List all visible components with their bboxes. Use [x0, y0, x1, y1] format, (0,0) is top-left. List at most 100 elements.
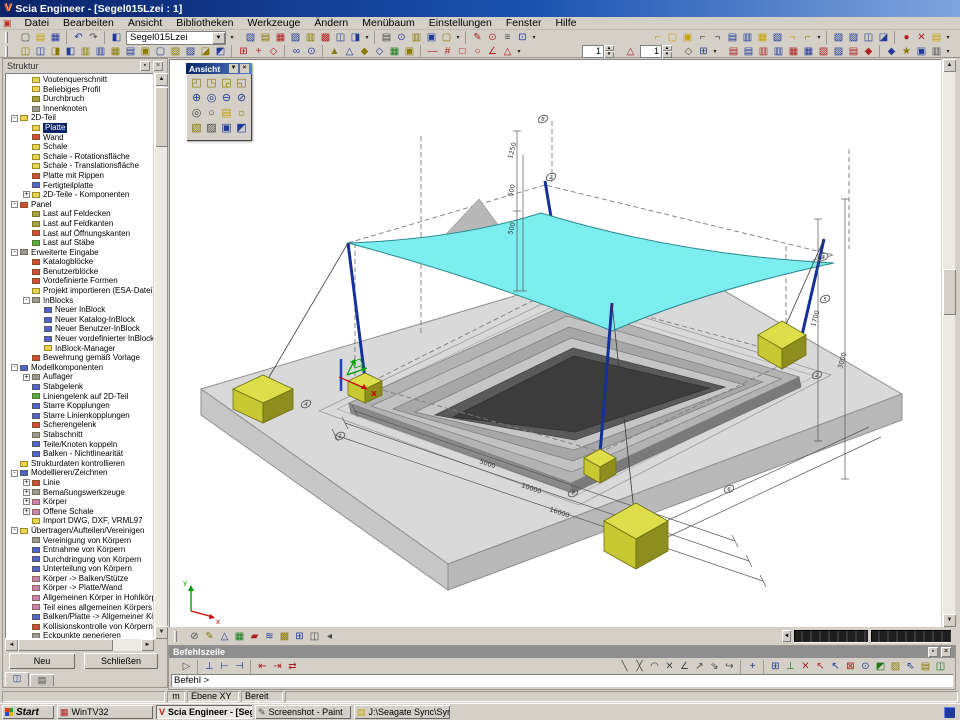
zoom-selection-icon[interactable]: ◎ — [189, 106, 204, 121]
tree-item[interactable]: Liniengelenk auf 2D-Teil — [5, 392, 153, 402]
layer-icon[interactable]: ◇ — [681, 45, 696, 58]
tree-item[interactable]: Schale — [5, 142, 153, 152]
print-view-icon[interactable]: ▧ — [189, 121, 204, 136]
line-snap-icon[interactable]: ╲ — [617, 660, 632, 674]
menu-item-datei[interactable]: Datei — [18, 17, 57, 30]
cross-snap-icon[interactable]: ✕ — [662, 660, 677, 674]
table-snap-icon[interactable]: ▤ — [918, 660, 933, 674]
column-icon[interactable]: ¬ — [710, 31, 725, 44]
viewport-vertical-scrollbar[interactable]: ▲ ▼ — [942, 59, 955, 627]
zoom-doc-icon[interactable]: ⊙ — [485, 31, 500, 44]
perpendicular-snap-icon[interactable]: ⊥ — [783, 660, 798, 674]
chevron-down-icon[interactable]: ▼ — [212, 32, 225, 44]
node-snap-icon[interactable]: ↖ — [813, 660, 828, 674]
hinge-icon[interactable]: ⊞ — [236, 45, 251, 58]
surface-view-icon[interactable]: ▩ — [277, 630, 292, 643]
snap-mid-icon[interactable]: ⇄ — [285, 660, 300, 674]
bind2-icon[interactable]: ▤ — [741, 45, 756, 58]
tree-item[interactable]: Benutzerblöcke — [5, 267, 153, 277]
viewport-canvas[interactable]: 5000 10000 16000 — [169, 59, 941, 627]
view-settings-icon[interactable]: ◩ — [234, 121, 249, 136]
perspective-icon[interactable]: ⊘ — [187, 630, 202, 643]
docked-bar-2[interactable] — [871, 630, 951, 642]
subsoil-icon[interactable]: ▦ — [387, 45, 402, 58]
tree-horizontal-scrollbar[interactable]: ◄ ► — [5, 638, 154, 651]
project-icon[interactable]: ⌐ — [650, 31, 665, 44]
tree-item[interactable]: -Erweiterte Eingabe — [5, 248, 153, 258]
tree-item[interactable]: Scherengelenk — [5, 420, 153, 430]
menu-item-bibliotheken[interactable]: Bibliotheken — [169, 17, 240, 30]
export-icon[interactable]: ▤ — [258, 31, 273, 44]
haunch-icon[interactable]: ⌐ — [800, 31, 815, 44]
opening-icon[interactable]: ◧ — [63, 45, 78, 58]
spinner-buttons[interactable]: ▲▼ — [662, 45, 672, 58]
open-icon[interactable]: ▤ — [33, 31, 48, 44]
tree-item[interactable]: Fertigteilplatte — [5, 181, 153, 191]
tree-item[interactable]: Bewehrung gemäß Vorlage — [5, 353, 153, 363]
tangent-snap-icon[interactable]: ↪ — [722, 660, 737, 674]
labels-icon[interactable]: ▤ — [846, 45, 861, 58]
tree-expander-icon[interactable]: - — [11, 527, 18, 534]
scroll-down-icon[interactable]: ▼ — [943, 614, 956, 627]
tree-item[interactable]: Neuer vordefinierter InBlock der — [5, 334, 153, 344]
axis-icon[interactable]: ⊢ — [217, 660, 232, 674]
copy-entity-icon[interactable]: ▧ — [831, 31, 846, 44]
tree-item[interactable]: Schale - Rotationsfläche — [5, 152, 153, 162]
panel-tool-icon[interactable]: ▨ — [183, 45, 198, 58]
plane-icon[interactable]: ⊣ — [232, 660, 247, 674]
info-icon[interactable]: ⊡ — [515, 31, 530, 44]
node-icon[interactable]: ▥ — [93, 45, 108, 58]
tree-expander-icon[interactable]: - — [11, 470, 18, 477]
tree-item[interactable]: +Linie — [5, 478, 153, 488]
midpoint-snap-icon[interactable]: ⊠ — [843, 660, 858, 674]
subregion-icon[interactable]: ▥ — [78, 45, 93, 58]
tree-item[interactable]: Beliebiges Profil — [5, 85, 153, 95]
angle-tool-icon[interactable]: ∠ — [485, 45, 500, 58]
toolbar-overflow-arrow[interactable]: ▾ — [228, 34, 236, 41]
shade-icon[interactable]: ▥ — [929, 45, 944, 58]
tree-item[interactable]: Stabschnitt — [5, 430, 153, 440]
line-tool-icon[interactable]: — — [425, 45, 440, 58]
extend-snap-icon[interactable]: ⇘ — [707, 660, 722, 674]
tab-window[interactable]: ▤ — [30, 674, 54, 686]
ucs-icon[interactable]: ⊥ — [202, 660, 217, 674]
toolbar-overflow-arrow[interactable]: ▾ — [944, 34, 952, 41]
sketch-icon[interactable]: ✎ — [202, 630, 217, 643]
project-combobox[interactable]: Segel015Lzei ▼ — [126, 31, 226, 45]
copy-view-icon[interactable]: ▨ — [204, 121, 219, 136]
toolbar-overflow-arrow[interactable]: ▾ — [815, 34, 823, 41]
layer-spinner[interactable]: 1 ▲▼ — [640, 45, 672, 58]
tree-expander-icon[interactable]: - — [23, 297, 30, 304]
menu-item-hilfe[interactable]: Hilfe — [548, 17, 583, 30]
ortho-snap-icon[interactable]: ⇖ — [903, 660, 918, 674]
menu-item-bearbeiten[interactable]: Bearbeiten — [56, 17, 121, 30]
toolbar-overflow-arrow[interactable]: ▾ — [530, 34, 538, 41]
cross-link-icon[interactable]: ▦ — [108, 45, 123, 58]
command-line-header[interactable]: Befehlszeile ▪ × — [169, 646, 955, 658]
tree-expander-icon[interactable]: + — [23, 489, 30, 496]
window-split-icon[interactable]: ◨ — [348, 31, 363, 44]
volume-icon[interactable]: ▨ — [831, 45, 846, 58]
chevron-down-icon[interactable]: ▼ — [229, 64, 238, 73]
settings-snap-icon[interactable]: ◫ — [933, 660, 948, 674]
shell-icon[interactable]: ▧ — [770, 31, 785, 44]
params-icon[interactable]: ◫ — [307, 630, 322, 643]
taskbar-button[interactable]: ✎Screenshot - Paint — [255, 705, 351, 719]
save-icon[interactable]: ▦ — [48, 31, 63, 44]
tree-item[interactable]: Platte mit Rippen — [5, 171, 153, 181]
page-icon[interactable]: ▢ — [439, 31, 454, 44]
rect-tool-icon[interactable]: □ — [455, 45, 470, 58]
menu-item-fenster[interactable]: Fenster — [499, 17, 549, 30]
tree-item[interactable]: Strukturdaten kontrollieren — [5, 459, 153, 469]
gallery-icon[interactable]: ▦ — [273, 31, 288, 44]
new-icon[interactable]: ▢ — [18, 31, 33, 44]
rotate-view-4-icon[interactable]: ◱ — [234, 76, 249, 91]
wireframe-icon[interactable]: ≋ — [262, 630, 277, 643]
tree-item[interactable]: -Übertragen/Aufteilen/Vereinigen — [5, 526, 153, 536]
saved-views-icon[interactable]: ▤ — [219, 106, 234, 121]
scroll-right-icon[interactable]: ► — [141, 639, 154, 651]
tree-item[interactable]: +Bemaßungswerkzeuge — [5, 488, 153, 498]
rotate-view-2-icon[interactable]: ◳ — [204, 76, 219, 91]
slab-icon[interactable]: ▤ — [725, 31, 740, 44]
undo-icon[interactable]: ↶ — [71, 31, 86, 44]
